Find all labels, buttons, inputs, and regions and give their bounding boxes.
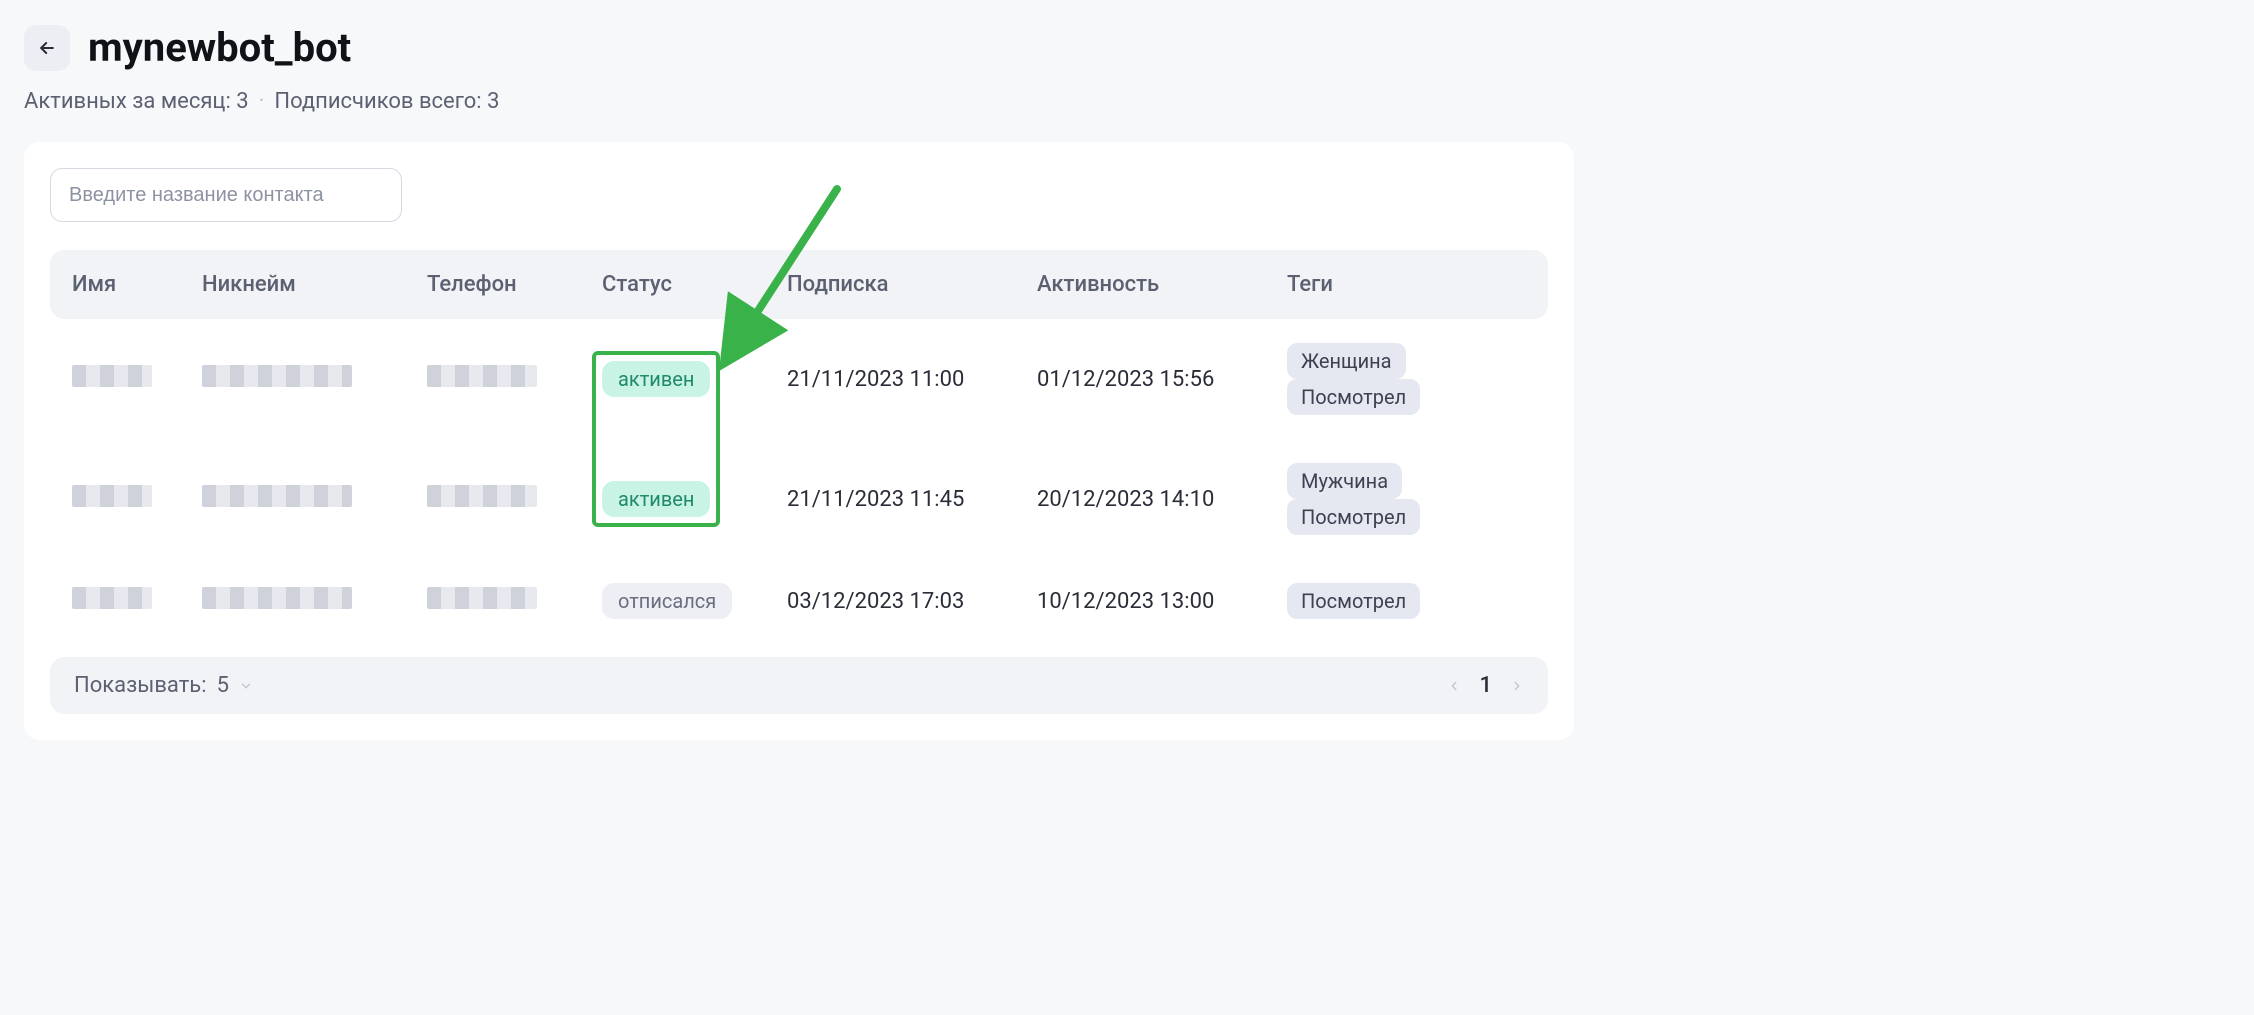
back-button[interactable] xyxy=(24,25,70,71)
col-tags[interactable]: Теги xyxy=(1265,250,1548,319)
pager-prev[interactable] xyxy=(1447,679,1461,693)
tag-badge[interactable]: Мужчина xyxy=(1287,463,1402,499)
contacts-card: Имя Никнейм Телефон Статус Подписка Акти… xyxy=(24,142,1574,740)
status-badge: активен xyxy=(602,481,710,517)
col-phone[interactable]: Телефон xyxy=(405,250,580,319)
tag-badge[interactable]: Женщина xyxy=(1287,343,1406,379)
stat-total-subs: Подписчиков всего: 3 xyxy=(274,89,499,114)
stats-row: Активных за месяц: 3 · Подписчиков всего… xyxy=(24,89,1574,114)
tag-badge[interactable]: Посмотрел xyxy=(1287,379,1420,415)
col-name[interactable]: Имя xyxy=(50,250,180,319)
tags-cell: МужчинаПосмотрел xyxy=(1265,439,1548,559)
redacted-value xyxy=(72,485,152,507)
activity-value: 01/12/2023 15:56 xyxy=(1015,319,1265,439)
redacted-value xyxy=(202,587,352,609)
table-row[interactable]: активен21/11/2023 11:4520/12/2023 14:10М… xyxy=(50,439,1548,559)
subscription-value: 21/11/2023 11:00 xyxy=(765,319,1015,439)
activity-value: 20/12/2023 14:10 xyxy=(1015,439,1265,559)
tag-badge[interactable]: Посмотрел xyxy=(1287,583,1420,619)
redacted-value xyxy=(427,587,537,609)
page-size-select[interactable]: Показывать: 5 xyxy=(74,673,253,698)
page-size-label: Показывать: xyxy=(74,673,207,698)
page-title: mynewbot_bot xyxy=(88,24,351,71)
subscription-value: 03/12/2023 17:03 xyxy=(765,559,1015,643)
stat-separator: · xyxy=(259,89,265,114)
redacted-value xyxy=(202,365,352,387)
activity-value: 10/12/2023 13:00 xyxy=(1015,559,1265,643)
chevron-down-icon xyxy=(239,679,253,693)
page-size-value: 5 xyxy=(217,673,229,698)
col-status[interactable]: Статус xyxy=(580,250,765,319)
search-input[interactable] xyxy=(50,168,402,222)
redacted-value xyxy=(202,485,352,507)
pager-current: 1 xyxy=(1479,673,1492,698)
tag-badge[interactable]: Посмотрел xyxy=(1287,499,1420,535)
table-footer: Показывать: 5 1 xyxy=(50,657,1548,714)
pager-next[interactable] xyxy=(1510,679,1524,693)
col-nickname[interactable]: Никнейм xyxy=(180,250,405,319)
pager: 1 xyxy=(1447,673,1524,698)
redacted-value xyxy=(427,485,537,507)
col-activity[interactable]: Активность xyxy=(1015,250,1265,319)
redacted-value xyxy=(72,365,152,387)
table-row[interactable]: отписался 03/12/2023 17:0310/12/2023 13:0… xyxy=(50,559,1548,643)
stat-active-month: Активных за месяц: 3 xyxy=(24,89,249,114)
status-badge: отписался xyxy=(602,583,732,619)
tags-cell: Посмотрел xyxy=(1265,559,1548,643)
arrow-left-icon xyxy=(37,38,57,58)
subscription-value: 21/11/2023 11:45 xyxy=(765,439,1015,559)
table-row[interactable]: активен21/11/2023 11:0001/12/2023 15:56Ж… xyxy=(50,319,1548,439)
redacted-value xyxy=(72,587,152,609)
redacted-value xyxy=(427,365,537,387)
tags-cell: ЖенщинаПосмотрел xyxy=(1265,319,1548,439)
contacts-table: Имя Никнейм Телефон Статус Подписка Акти… xyxy=(50,250,1548,643)
status-badge: активен xyxy=(602,361,710,397)
col-subscription[interactable]: Подписка xyxy=(765,250,1015,319)
